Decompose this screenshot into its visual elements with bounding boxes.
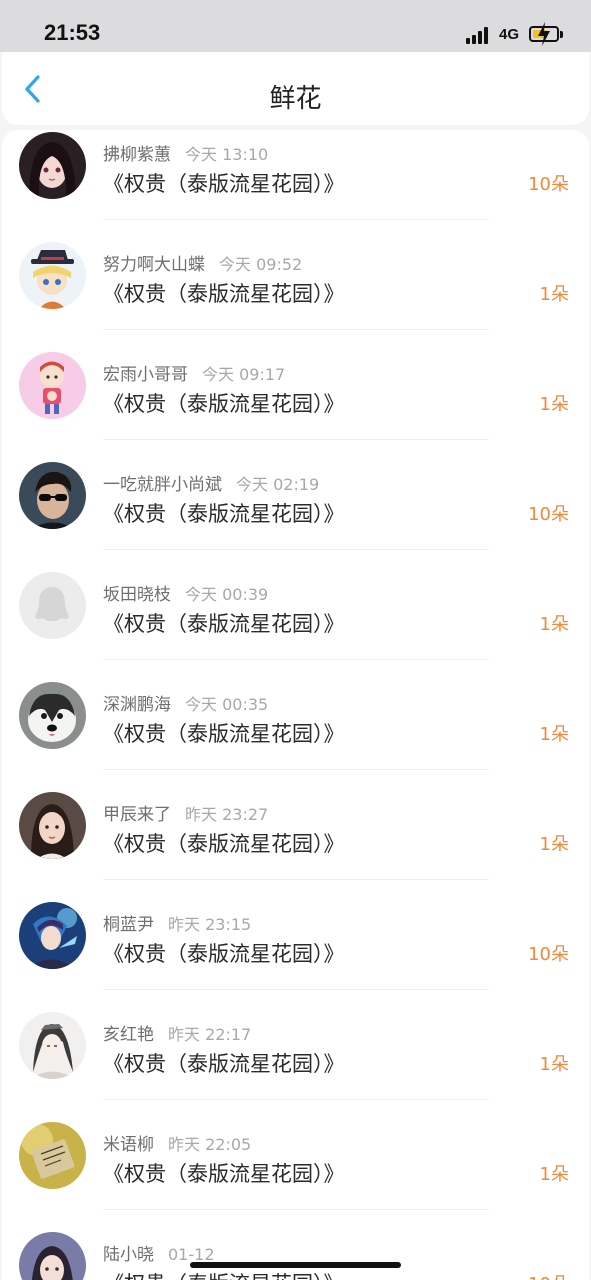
user-name: 深渊鹏海: [103, 695, 171, 715]
book-title: 《权贵（泰版流星花园）》: [103, 832, 345, 856]
list-item[interactable]: 亥红艳 昨天 22:17 《权贵（泰版流星花园）》 1朵: [2, 1010, 589, 1120]
divider: [103, 879, 489, 880]
book-title: 《权贵（泰版流星花园）》: [103, 1268, 345, 1280]
home-indicator[interactable]: [190, 1262, 401, 1268]
list-item[interactable]: 桐蓝尹 昨天 23:15 《权贵（泰版流星花园）》 10朵: [2, 900, 589, 1010]
flower-count: 10朵: [528, 944, 569, 965]
flower-count: 10朵: [528, 1270, 569, 1280]
user-name: 甲辰来了: [103, 805, 171, 825]
avatar[interactable]: [19, 1012, 86, 1079]
timestamp: 今天 00:39: [185, 585, 269, 604]
flower-count: 1朵: [539, 1054, 569, 1075]
divider: [103, 219, 489, 220]
book-title: 《权贵（泰版流星花园）》: [103, 392, 345, 416]
user-name: 米语柳: [103, 1135, 154, 1155]
signal-icon: [466, 26, 492, 44]
flower-count: 1朵: [539, 1164, 569, 1185]
timestamp: 今天 09:52: [219, 255, 303, 274]
book-title: 《权贵（泰版流星花园）》: [103, 172, 345, 196]
avatar[interactable]: [19, 132, 86, 199]
list-item[interactable]: 深渊鹏海 今天 00:35 《权贵（泰版流星花园）》 1朵: [2, 680, 589, 790]
timestamp: 今天 13:10: [185, 145, 269, 164]
avatar[interactable]: [19, 902, 86, 969]
divider: [103, 549, 489, 550]
list-item[interactable]: 米语柳 昨天 22:05 《权贵（泰版流星花园）》 1朵: [2, 1120, 589, 1230]
navigation-bar: 鲜花: [2, 52, 589, 125]
user-name: 桐蓝尹: [103, 915, 154, 935]
list-item[interactable]: 一吃就胖小尚斌 今天 02:19 《权贵（泰版流星花园）》 10朵: [2, 460, 589, 570]
timestamp: 今天 09:17: [202, 365, 286, 384]
status-time: 21:53: [44, 20, 101, 45]
user-name: 一吃就胖小尚斌: [103, 475, 222, 495]
divider: [103, 989, 489, 990]
list-item[interactable]: 甲辰来了 昨天 23:27 《权贵（泰版流星花园）》 1朵: [2, 790, 589, 900]
flower-count: 1朵: [539, 834, 569, 855]
timestamp: 今天 00:35: [185, 695, 269, 714]
list-item[interactable]: 陆小晓01-12 《权贵（泰版流星花园）》 10朵: [2, 1230, 589, 1280]
timestamp: 昨天 22:17: [168, 1025, 252, 1044]
avatar[interactable]: [19, 242, 86, 309]
user-name: 宏雨小哥哥: [103, 365, 188, 385]
network-label: 4G: [499, 26, 520, 43]
avatar[interactable]: [19, 792, 86, 859]
list-item[interactable]: 努力啊大山蝶 今天 09:52 《权贵（泰版流星花园）》 1朵: [2, 240, 589, 350]
list-item[interactable]: 拂柳紫蕙 今天 13:10 《权贵（泰版流星花园）》 10朵: [2, 130, 589, 240]
divider: [103, 659, 489, 660]
flower-count: 10朵: [528, 174, 569, 195]
list-item[interactable]: 坂田晓枝 今天 00:39 《权贵（泰版流星花园）》 1朵: [2, 570, 589, 680]
avatar[interactable]: [19, 1232, 86, 1280]
flower-count: 1朵: [539, 284, 569, 305]
timestamp: 今天 02:19: [236, 475, 320, 494]
flower-list: 拂柳紫蕙 今天 13:10 《权贵（泰版流星花园）》 10朵 努力啊大山蝶 今天 0…: [2, 130, 589, 1280]
status-bar: 21:53 4G: [0, 0, 591, 52]
book-title: 《权贵（泰版流星花园）》: [103, 722, 345, 746]
divider: [103, 439, 489, 440]
user-name: 努力啊大山蝶: [103, 255, 205, 275]
user-name: 坂田晓枝: [103, 585, 171, 605]
page-title: 鲜花: [269, 84, 322, 114]
flower-count: 1朵: [539, 614, 569, 635]
divider: [103, 1099, 489, 1100]
user-name: 拂柳紫蕙: [103, 145, 171, 165]
avatar[interactable]: [19, 682, 86, 749]
book-title: 《权贵（泰版流星花园）》: [103, 1052, 345, 1076]
flower-count: 10朵: [528, 504, 569, 525]
divider: [103, 1209, 489, 1210]
divider: [103, 769, 489, 770]
list-item[interactable]: 宏雨小哥哥 今天 09:17 《权贵（泰版流星花园）》 1朵: [2, 350, 589, 460]
avatar[interactable]: [19, 572, 86, 639]
timestamp: 昨天 23:27: [185, 805, 269, 824]
avatar[interactable]: [19, 352, 86, 419]
avatar[interactable]: [19, 1122, 86, 1189]
book-title: 《权贵（泰版流星花园）》: [103, 612, 345, 636]
user-name: 陆小晓: [103, 1245, 154, 1265]
charging-bolt-icon: [538, 22, 550, 46]
user-name: 亥红艳: [103, 1025, 154, 1045]
avatar[interactable]: [19, 462, 86, 529]
book-title: 《权贵（泰版流星花园）》: [103, 502, 345, 526]
timestamp: 昨天 23:15: [168, 915, 252, 934]
battery-cap: [560, 31, 563, 38]
book-title: 《权贵（泰版流星花园）》: [103, 942, 345, 966]
book-title: 《权贵（泰版流星花园）》: [103, 282, 345, 306]
flower-count: 1朵: [539, 394, 569, 415]
divider: [103, 329, 489, 330]
flower-count: 1朵: [539, 724, 569, 745]
timestamp: 昨天 22:05: [168, 1135, 252, 1154]
book-title: 《权贵（泰版流星花园）》: [103, 1162, 345, 1186]
